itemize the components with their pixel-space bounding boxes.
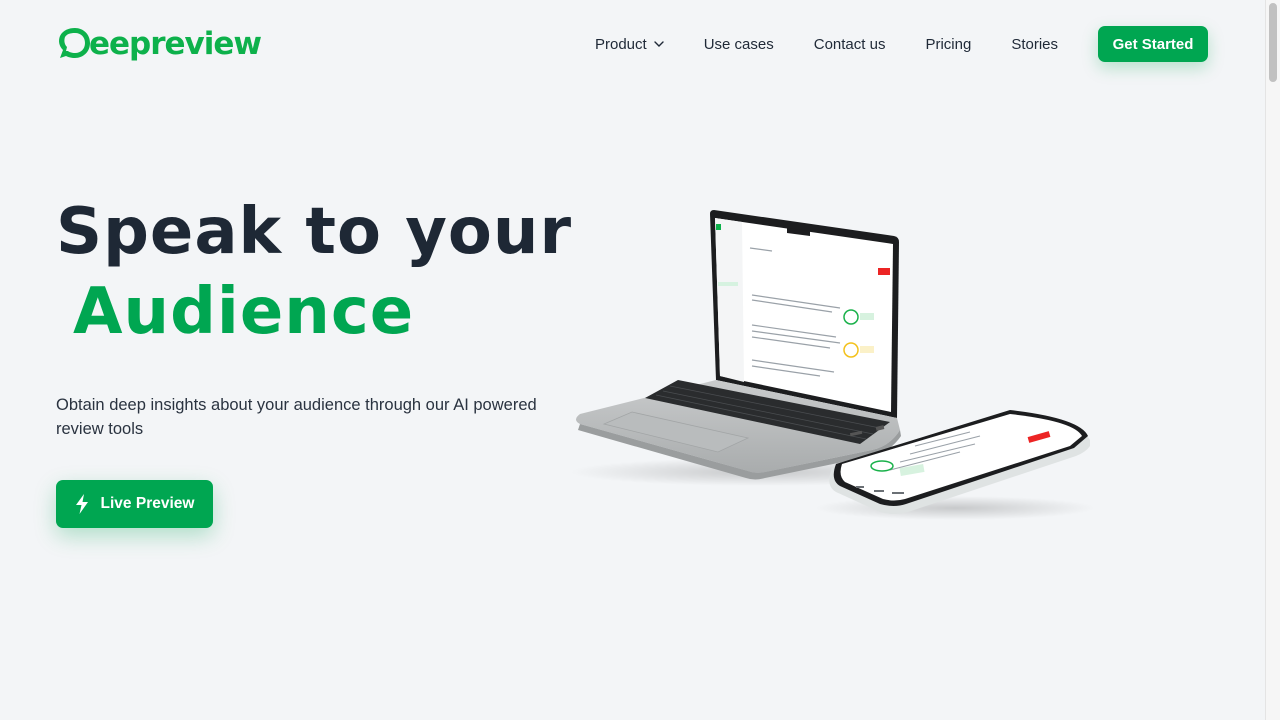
nav-product[interactable]: Product bbox=[595, 36, 664, 53]
chevron-down-icon bbox=[654, 41, 664, 47]
hero-title: Speak to your Audience bbox=[56, 192, 576, 352]
live-preview-label: Live Preview bbox=[100, 495, 195, 512]
hero-title-accent: Audience bbox=[73, 275, 415, 349]
page-scrollbar[interactable] bbox=[1265, 0, 1280, 720]
lightning-bolt-icon bbox=[75, 494, 88, 514]
speech-bubble-logo-icon bbox=[59, 28, 90, 58]
logo-text: eepreview bbox=[89, 26, 262, 62]
nav-product-label: Product bbox=[595, 35, 647, 53]
live-preview-button[interactable]: Live Preview bbox=[56, 480, 213, 528]
hero-title-line1: Speak to your bbox=[56, 195, 572, 269]
logo[interactable]: eepreview bbox=[56, 26, 262, 62]
devices-illustration bbox=[570, 210, 1095, 520]
nav-stories[interactable]: Stories bbox=[1011, 36, 1058, 53]
hero-subtitle: Obtain deep insights about your audience… bbox=[56, 396, 537, 438]
nav-contact-us[interactable]: Contact us bbox=[814, 36, 886, 53]
laptop-illustration bbox=[570, 210, 950, 486]
landing-page: eepreview Product Use cases Contact us P… bbox=[0, 0, 1265, 720]
nav-pricing[interactable]: Pricing bbox=[925, 36, 971, 53]
main-nav: Product Use cases Contact us Pricing Sto… bbox=[595, 26, 1098, 62]
nav-use-cases[interactable]: Use cases bbox=[704, 36, 774, 53]
get-started-button[interactable]: Get Started bbox=[1098, 26, 1208, 62]
scrollbar-thumb[interactable] bbox=[1269, 3, 1277, 82]
